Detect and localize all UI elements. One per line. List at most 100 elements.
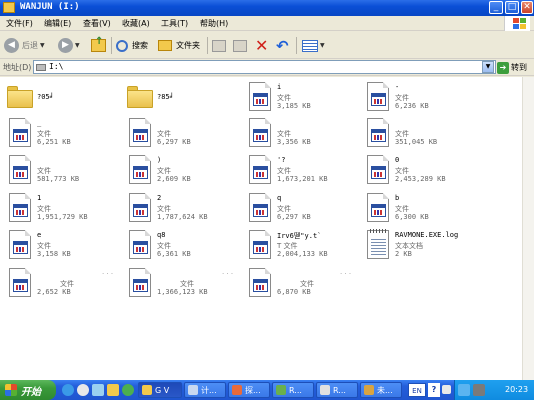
item-size: 6,236 KB [395, 102, 429, 110]
toolbar-separator [207, 37, 208, 54]
ie-quicklaunch-icon[interactable] [62, 384, 74, 396]
list-item[interactable]: ?85╛ [124, 81, 234, 117]
list-item[interactable]: ) 文件 2,609 KB [124, 154, 234, 190]
menu-edit[interactable]: 编辑(E) [44, 18, 71, 29]
windows-logo-icon [504, 16, 530, 31]
language-indicator[interactable]: EN [408, 383, 426, 397]
taskbar-button[interactable]: 探... [228, 382, 270, 398]
folders-label: 文件夹 [176, 41, 200, 50]
list-item[interactable]: 1 文件 1,951,729 KB [4, 192, 114, 228]
taskbar: 开始 G V 计... 探... R... R... 未... EN ? 20:… [0, 380, 534, 400]
list-item[interactable]: Irv6뗃"y.t` T 文件 2,004,133 KB [244, 229, 354, 265]
menu-help[interactable]: 帮助(H) [200, 18, 228, 29]
folders-button[interactable]: 文件夹 [158, 36, 200, 55]
file-icon [244, 229, 276, 261]
list-item[interactable]: 文件 1,366,123 KB [124, 267, 234, 303]
views-button[interactable]: ▼ [302, 36, 325, 55]
close-button[interactable]: ✕ [521, 1, 533, 14]
start-label: 开始 [21, 387, 41, 398]
search-button[interactable]: 搜索 [116, 36, 148, 55]
menu-view[interactable]: 查看(V) [83, 18, 111, 29]
delete-button[interactable]: ✕ [255, 36, 268, 55]
item-name: 1 [37, 194, 42, 202]
file-icon [124, 192, 156, 224]
list-item[interactable]: i 文件 3,185 KB [244, 81, 354, 117]
copy-to-button[interactable] [233, 36, 247, 55]
vertical-scrollbar[interactable] [522, 77, 534, 380]
go-label: 转到 [511, 63, 527, 72]
list-item[interactable]: q8 文件 6,361 KB [124, 229, 234, 265]
menu-file[interactable]: 文件(F) [6, 18, 33, 29]
file-icon [4, 192, 36, 224]
back-button[interactable]: ◀ 后退 ▼ [4, 36, 45, 55]
volume-tray-icon[interactable] [473, 384, 485, 396]
list-item[interactable]: 文件 581,773 KB [4, 154, 114, 190]
list-item[interactable]: - 文件 6,236 KB [362, 81, 472, 117]
list-item[interactable]: 文件 3,356 KB [244, 117, 354, 153]
list-item[interactable]: e 文件 3,158 KB [4, 229, 114, 265]
list-item[interactable]: '? 文件 1,673,201 KB [244, 154, 354, 190]
task-label: 计... [201, 385, 217, 395]
taskbar-button[interactable]: 未... [360, 382, 402, 398]
list-item[interactable]: 文件 6,870 KB [244, 267, 354, 303]
file-icon [244, 267, 276, 299]
list-item[interactable]: 2 文件 1,787,624 KB [124, 192, 234, 228]
up-folder-button[interactable]: ↑ [91, 36, 106, 55]
item-size: 6,361 KB [157, 250, 191, 258]
file-list[interactable]: ?05╛ ?85╛ i 文件 3,185 KB - 文件 6,236 KB _ … [0, 77, 522, 380]
search-icon [116, 39, 128, 52]
move-to-button[interactable] [212, 36, 226, 55]
computer-icon [188, 385, 198, 395]
chevron-down-icon[interactable]: ▼ [75, 42, 80, 49]
menu-favorites[interactable]: 收藏(A) [122, 18, 150, 29]
address-dropdown-button[interactable]: ▼ [482, 61, 494, 73]
network-tray-icon[interactable] [458, 384, 470, 396]
media-quicklaunch-icon[interactable] [77, 384, 89, 396]
desktop-quicklaunch-icon[interactable] [92, 384, 104, 396]
list-item[interactable]: 0 文件 2,453,289 KB [362, 154, 472, 190]
item-name: ?05╛ [37, 93, 54, 101]
forward-arrow-icon: ▶ [58, 38, 73, 53]
tray-expand-icon[interactable] [442, 385, 451, 394]
taskbar-button[interactable]: R... [316, 382, 358, 398]
move-to-icon [212, 39, 226, 52]
list-item[interactable]: 文件 2,652 KB [4, 267, 114, 303]
folder-icon [4, 81, 36, 113]
item-name: ) [157, 156, 162, 164]
file-icon [124, 154, 156, 186]
maximize-button[interactable]: □ [505, 1, 519, 14]
start-button[interactable]: 开始 [0, 380, 56, 400]
list-item[interactable]: b 文件 6,300 KB [362, 192, 472, 228]
item-size: 1,366,123 KB [157, 288, 208, 296]
list-item[interactable]: _ 文件 6,251 KB [4, 117, 114, 153]
menu-bar: 文件(F) 编辑(E) 查看(V) 收藏(A) 工具(T) 帮助(H) [0, 16, 534, 31]
chevron-down-icon[interactable]: ▼ [40, 42, 45, 49]
file-icon [4, 117, 36, 149]
folder-quicklaunch-icon[interactable] [107, 384, 119, 396]
minimize-button[interactable]: _ [489, 1, 503, 14]
help-icon[interactable]: ? [428, 383, 440, 397]
clock[interactable]: 20:23 [505, 385, 528, 394]
item-size: 1,787,624 KB [157, 213, 208, 221]
folder-icon [158, 40, 172, 51]
forward-button[interactable]: ▶ ▼ [58, 36, 80, 55]
list-item[interactable]: ?05╛ [4, 81, 114, 117]
taskbar-button[interactable]: G V [138, 382, 182, 398]
taskbar-button[interactable]: 计... [184, 382, 226, 398]
chevron-down-icon: ▼ [320, 42, 325, 49]
go-button[interactable]: ➔ 转到 [497, 61, 533, 74]
list-item[interactable]: q 文件 6,297 KB [244, 192, 354, 228]
address-field[interactable]: I:\ [33, 60, 496, 74]
app-quicklaunch-icon[interactable] [122, 384, 134, 396]
item-size: 3,356 KB [277, 138, 311, 146]
list-item[interactable]: 文件 351,045 KB [362, 117, 472, 153]
taskbar-button[interactable]: R... [272, 382, 314, 398]
undo-button[interactable]: ↶ [276, 36, 289, 55]
file-icon [362, 117, 394, 149]
list-item[interactable]: RAVMONE.EXE.log 文本文档 2 KB [362, 229, 472, 265]
item-name: b [395, 194, 400, 202]
item-size: 1,673,201 KB [277, 175, 328, 183]
list-item[interactable]: 文件 6,297 KB [124, 117, 234, 153]
file-icon [362, 81, 394, 113]
menu-tools[interactable]: 工具(T) [161, 18, 188, 29]
